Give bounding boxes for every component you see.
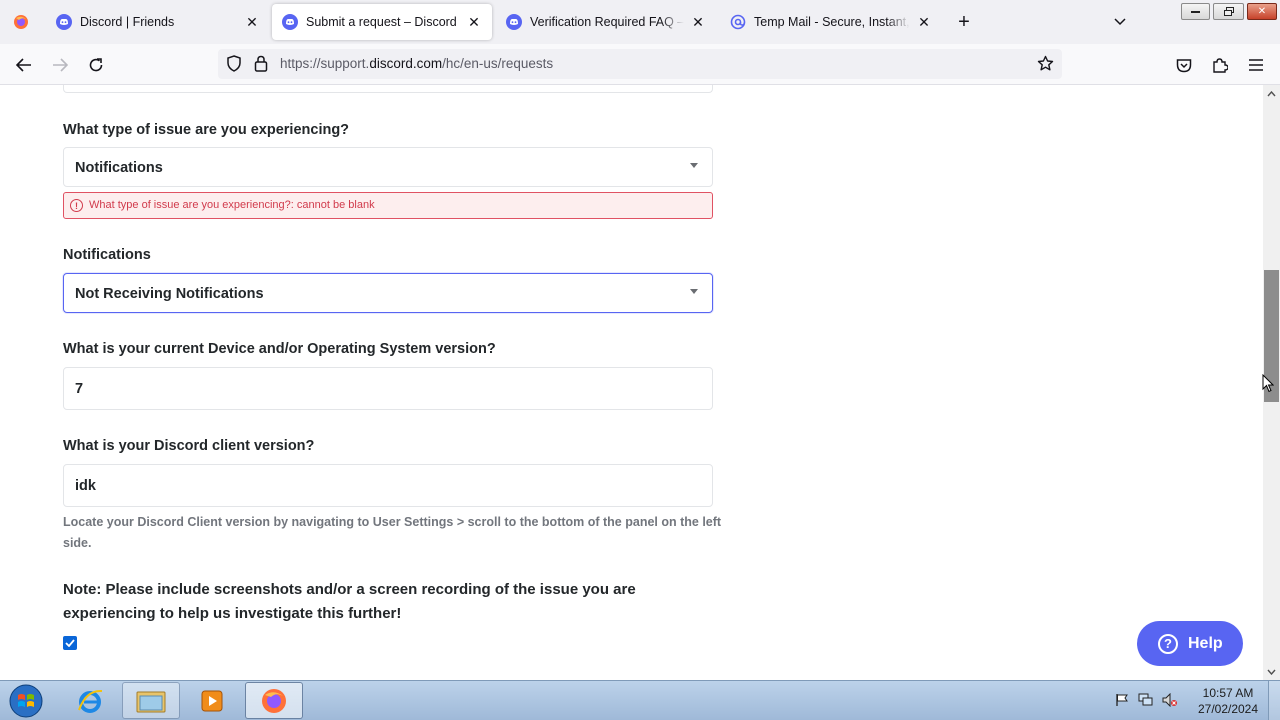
reload-icon[interactable] [83,52,109,78]
device-value: 7 [75,381,84,397]
back-arrow-icon[interactable] [11,52,37,78]
show-desktop-button[interactable] [1268,681,1280,720]
extensions-puzzle-icon[interactable] [1207,52,1233,78]
error-alert-icon: ! [70,199,83,212]
firefox-menu-icon[interactable] [0,0,42,44]
page-content: What type of issue are you experiencing?… [0,85,1263,680]
mouse-cursor-icon [1262,373,1275,398]
system-clock[interactable]: 10:57 AM 27/02/2024 [1188,685,1268,717]
clock-date: 27/02/2024 [1197,702,1259,716]
minimize-window-icon[interactable] [1181,3,1210,20]
tab-strip: Discord | Friends ✕ Submit a request – D… [0,0,1280,44]
tab-verification-faq[interactable]: Verification Required FAQ – Discord ✕ [496,4,716,40]
url-prefix: https://support. [280,56,370,71]
notifications-value: Not Receiving Notifications [75,286,264,302]
previous-field-bottom-edge [63,85,713,93]
start-button-windows-icon[interactable] [6,682,46,720]
notifications-select[interactable]: Not Receiving Notifications [63,273,713,313]
client-version-value: idk [75,478,96,494]
issue-type-select[interactable]: Notifications [63,147,713,187]
screenshot-note: Note: Please include screenshots and/or … [63,581,636,622]
address-bar[interactable]: https://support.discord.com/hc/en-us/req… [218,49,1062,79]
tab-submit-request[interactable]: Submit a request – Discord ✕ [272,4,492,40]
tab-discord-friends[interactable]: Discord | Friends ✕ [46,4,270,40]
network-icon[interactable] [1137,691,1155,709]
dropdown-arrow-icon [690,289,698,294]
url-path: /hc/en-us/requests [442,56,554,71]
tab-title: Temp Mail - Secure, Instant, Fast [754,15,910,29]
close-window-icon[interactable]: ✕ [1247,3,1277,20]
discord-icon [282,14,298,30]
internet-explorer-icon[interactable] [61,682,119,719]
issue-type-error-message: ! What type of issue are you experiencin… [63,192,713,219]
lock-icon[interactable] [254,55,268,77]
scroll-up-arrow-icon[interactable] [1263,85,1280,102]
list-all-tabs-icon[interactable] [1108,10,1132,34]
at-sign-icon [730,14,746,30]
tab-title: Verification Required FAQ – Discord [530,15,684,29]
issue-type-label: What type of issue are you experiencing? [63,122,350,138]
windows-taskbar: 10:57 AM 27/02/2024 [0,680,1280,720]
notifications-label: Notifications [63,247,151,263]
pocket-icon[interactable] [1171,52,1197,78]
client-version-input[interactable]: idk [63,464,713,507]
close-tab-icon[interactable]: ✕ [466,14,482,30]
action-center-flag-icon[interactable] [1113,691,1131,709]
error-text: What type of issue are you experiencing?… [89,199,375,211]
file-explorer-icon[interactable] [122,682,180,719]
media-player-icon[interactable] [183,682,241,719]
url-domain: discord.com [369,56,443,71]
checkmark-icon [65,639,75,647]
firefox-taskbar-icon[interactable] [245,682,303,719]
navigation-toolbar: https://support.discord.com/hc/en-us/req… [0,44,1280,85]
bookmark-star-icon[interactable] [1037,55,1054,77]
clock-time: 10:57 AM [1202,686,1254,700]
close-tab-icon[interactable]: ✕ [244,14,260,30]
device-input[interactable]: 7 [63,367,713,410]
app-menu-hamburger-icon[interactable] [1243,52,1269,78]
forward-arrow-icon[interactable] [47,52,73,78]
discord-icon [56,14,72,30]
tab-temp-mail[interactable]: Temp Mail - Secure, Instant, Fast ✕ [720,4,942,40]
help-button[interactable]: ? Help [1137,621,1243,666]
note-checkbox[interactable] [63,636,77,650]
dropdown-arrow-icon [690,163,698,168]
tab-title: Submit a request – Discord [306,15,457,29]
help-label: Help [1188,634,1223,652]
volume-muted-icon[interactable] [1161,691,1179,709]
restore-window-icon[interactable] [1213,3,1244,20]
new-tab-icon[interactable]: + [952,10,976,34]
url-text[interactable]: https://support.discord.com/hc/en-us/req… [280,56,553,71]
device-label: What is your current Device and/or Opera… [63,341,496,357]
close-tab-icon[interactable]: ✕ [916,14,932,30]
client-version-label: What is your Discord client version? [63,438,315,454]
question-mark-icon: ? [1158,633,1178,654]
tab-title: Discord | Friends [80,15,175,29]
close-tab-icon[interactable]: ✕ [690,14,706,30]
discord-icon [506,14,522,30]
issue-type-value: Notifications [75,160,163,176]
client-version-hint: Locate your Discord Client version by na… [63,515,722,550]
scroll-down-arrow-icon[interactable] [1263,663,1280,680]
tracking-protection-shield-icon[interactable] [226,55,242,77]
